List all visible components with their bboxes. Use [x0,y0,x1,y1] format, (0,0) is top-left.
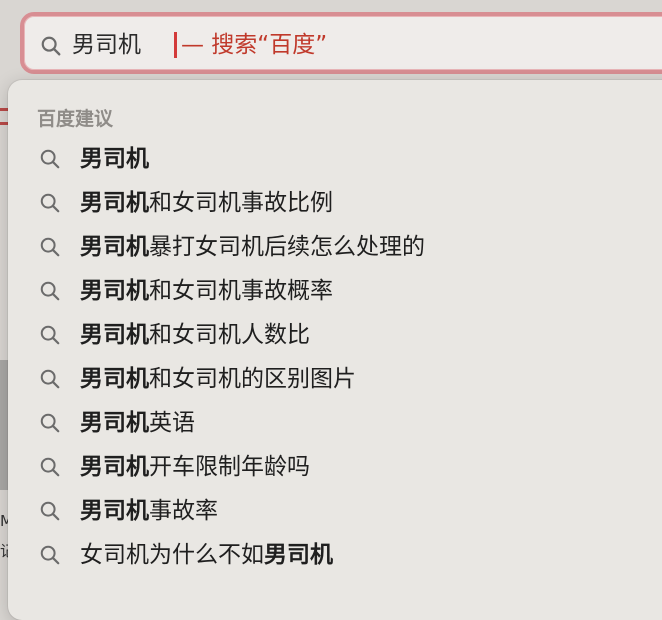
suggestion-match-text: 男司机 [80,278,149,304]
suggestion-match-text: 男司机 [80,498,149,524]
suggestion-item[interactable]: 男司机 [8,138,662,182]
suggestion-match-text: 男司机 [80,190,149,216]
suggestion-rest-text: 和女司机事故概率 [149,278,333,304]
suggestion-item[interactable]: 男司机和女司机人数比 [8,314,662,358]
suggestions-list: 男司机 男司机和女司机事故比例 男司机暴打女司机后续怎么处理的 男司机和女司机事… [8,138,662,578]
search-icon [40,325,60,345]
suggestion-label: 男司机和女司机的区别图片 [80,364,356,394]
suggestion-label: 男司机和女司机事故概率 [80,276,333,306]
suggestion-item[interactable]: 男司机暴打女司机后续怎么处理的 [8,226,662,270]
suggestion-label: 男司机和女司机事故比例 [80,188,333,218]
suggestion-rest-text: 事故率 [149,498,218,524]
text-caret [174,32,177,58]
suggestion-label: 男司机事故率 [80,496,218,526]
suggestion-label: 男司机 [80,144,149,174]
suggestion-rest-text: 暴打女司机后续怎么处理的 [149,234,425,260]
search-icon [41,36,61,56]
search-query-text[interactable]: 男司机 [72,30,141,60]
suggestion-rest-text: 女司机为什么不如 [80,542,264,568]
suggestion-label: 男司机开车限制年龄吗 [80,452,310,482]
suggestions-popup: 百度建议 男司机 男司机和女司机事故比例 男司机暴打女司机后续怎么处理的 男司机… [8,80,662,620]
search-icon [40,237,60,257]
search-icon [40,369,60,389]
search-icon [40,501,60,521]
suggestion-item[interactable]: 男司机事故率 [8,490,662,534]
suggestion-item[interactable]: 男司机和女司机事故比例 [8,182,662,226]
search-field[interactable]: 男司机 — 搜索“百度” [20,12,662,74]
suggestion-item[interactable]: 男司机英语 [8,402,662,446]
suggestion-label: 男司机暴打女司机后续怎么处理的 [80,232,425,262]
suggestion-rest-text: 英语 [149,410,195,436]
search-icon [40,457,60,477]
search-icon [40,413,60,433]
search-engine-hint: — 搜索“百度” [181,32,328,58]
search-icon [40,545,60,565]
suggestion-item[interactable]: 男司机和女司机事故概率 [8,270,662,314]
suggestion-label: 女司机为什么不如男司机 [80,540,333,570]
suggestion-rest-text: 和女司机事故比例 [149,190,333,216]
suggestion-item[interactable]: 男司机和女司机的区别图片 [8,358,662,402]
suggestion-rest-text: 开车限制年龄吗 [149,454,310,480]
suggestion-match-text: 男司机 [80,366,149,392]
search-icon [40,281,60,301]
suggestion-label: 男司机英语 [80,408,195,438]
suggestion-item[interactable]: 女司机为什么不如男司机 [8,534,662,578]
suggestion-match-text: 男司机 [80,322,149,348]
suggestion-match-tail: 男司机 [264,542,333,568]
suggestion-item[interactable]: 男司机开车限制年龄吗 [8,446,662,490]
suggestion-rest-text: 和女司机的区别图片 [149,366,356,392]
suggestions-section-header: 百度建议 [37,108,114,130]
suggestion-rest-text: 和女司机人数比 [149,322,310,348]
suggestion-match-text: 男司机 [80,234,149,260]
suggestion-match-text: 男司机 [80,146,149,172]
search-icon [40,149,60,169]
search-icon [40,193,60,213]
suggestion-match-text: 男司机 [80,410,149,436]
suggestion-match-text: 男司机 [80,454,149,480]
suggestion-label: 男司机和女司机人数比 [80,320,310,350]
